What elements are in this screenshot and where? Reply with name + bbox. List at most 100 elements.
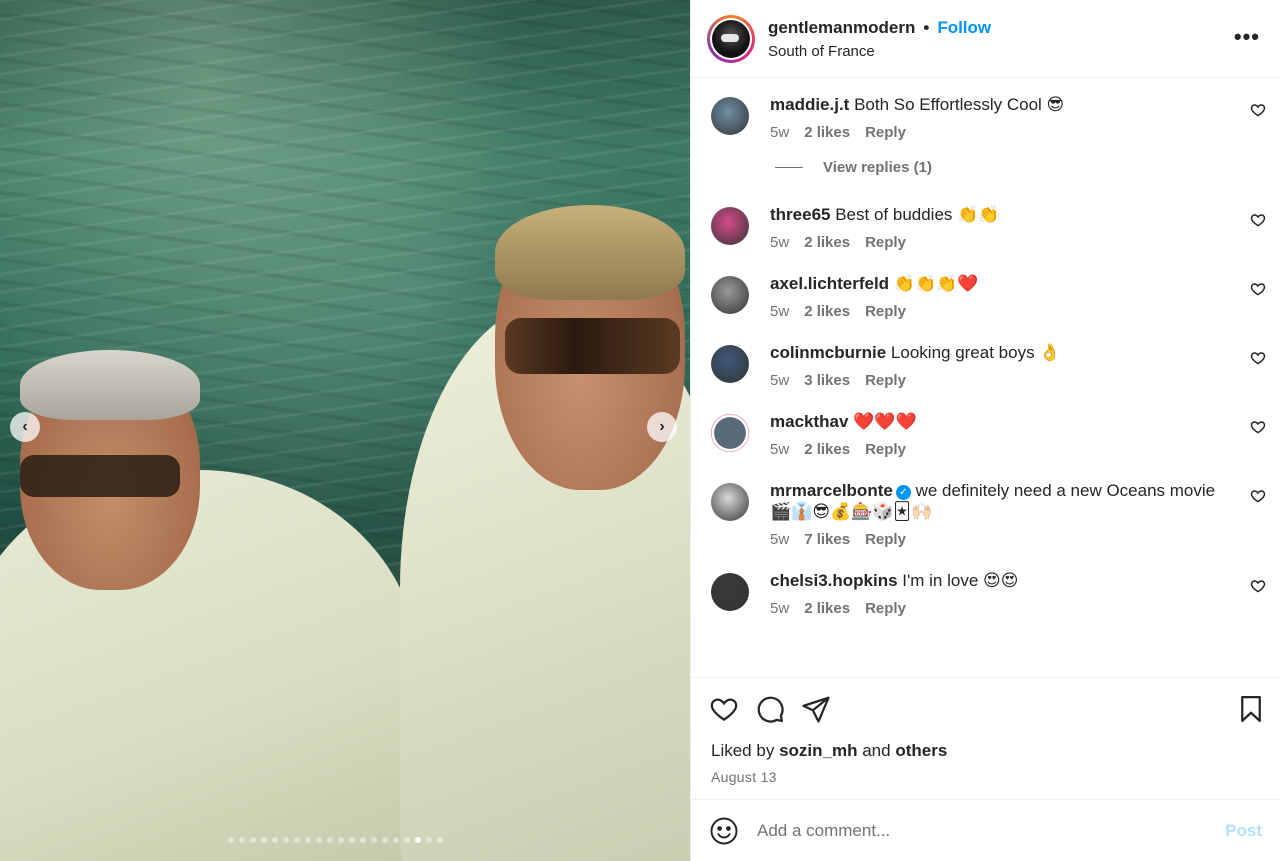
comment-item: three65 Best of buddies 👏👏 5w 2 likes Re… bbox=[691, 204, 1280, 251]
view-replies-button[interactable]: View replies (1) bbox=[775, 159, 1280, 176]
post-sidebar: gentlemanmodern • Follow South of France… bbox=[690, 0, 1280, 861]
carousel-dot bbox=[393, 837, 399, 843]
comment-body: 👏👏👏❤️ bbox=[893, 274, 979, 293]
reply-button[interactable]: Reply bbox=[865, 600, 906, 617]
comment-like-heart-icon[interactable] bbox=[1250, 488, 1266, 504]
carousel-next-button[interactable]: › bbox=[647, 412, 677, 442]
comment-meta: 5w 7 likes Reply bbox=[770, 531, 1230, 548]
comment-age[interactable]: 5w bbox=[770, 531, 789, 548]
right-person-sunglasses bbox=[505, 318, 680, 374]
carousel-dot bbox=[360, 837, 366, 843]
comment-meta: 5w 2 likes Reply bbox=[770, 600, 1230, 617]
emoji-picker-icon[interactable] bbox=[709, 816, 739, 846]
reply-button[interactable]: Reply bbox=[865, 531, 906, 548]
commenter-avatar[interactable] bbox=[711, 276, 749, 314]
comments-list[interactable]: maddie.j.t Both So Effortlessly Cool 😎 5… bbox=[691, 78, 1280, 677]
post-date[interactable]: August 13 bbox=[691, 761, 1280, 785]
carousel-dot bbox=[316, 837, 322, 843]
commenter-username[interactable]: colinmcburnie bbox=[770, 343, 886, 362]
commenter-username[interactable]: maddie.j.t bbox=[770, 95, 849, 114]
liked-by-prefix: Liked by bbox=[711, 741, 775, 760]
reply-button[interactable]: Reply bbox=[865, 303, 906, 320]
separator-dot: • bbox=[923, 17, 930, 37]
carousel-dot bbox=[338, 837, 344, 843]
comment-like-heart-icon[interactable] bbox=[1250, 281, 1266, 297]
replies-divider bbox=[775, 167, 803, 168]
comment-bubble-icon[interactable] bbox=[755, 694, 785, 724]
comment-like-heart-icon[interactable] bbox=[1250, 578, 1266, 594]
commenter-avatar[interactable] bbox=[711, 414, 749, 452]
comment-like-heart-icon[interactable] bbox=[1250, 350, 1266, 366]
author-username[interactable]: gentlemanmodern bbox=[768, 18, 915, 38]
comment-item: mackthav ❤️❤️❤️ 5w 2 likes Reply bbox=[691, 411, 1280, 458]
comment-likes[interactable]: 2 likes bbox=[804, 303, 850, 320]
post-photo[interactable]: ‹ › bbox=[0, 0, 690, 861]
post-header: gentlemanmodern • Follow South of France… bbox=[691, 0, 1280, 78]
commenter-avatar[interactable] bbox=[711, 207, 749, 245]
carousel-dot bbox=[250, 837, 256, 843]
comment-like-heart-icon[interactable] bbox=[1250, 419, 1266, 435]
post-comment-button[interactable]: Post bbox=[1225, 821, 1262, 841]
comment-age[interactable]: 5w bbox=[770, 234, 789, 251]
comment-likes[interactable]: 2 likes bbox=[804, 234, 850, 251]
follow-button[interactable]: Follow bbox=[937, 18, 991, 38]
reply-button[interactable]: Reply bbox=[865, 372, 906, 389]
carousel-dot bbox=[294, 837, 300, 843]
comment-input[interactable] bbox=[757, 820, 1226, 841]
comment-age[interactable]: 5w bbox=[770, 372, 789, 389]
commenter-avatar[interactable] bbox=[711, 573, 749, 611]
left-person-hair bbox=[20, 350, 200, 420]
action-bar bbox=[691, 677, 1280, 739]
more-options-icon[interactable]: ••• bbox=[1234, 24, 1260, 50]
comment-body: I'm in love 😍😍 bbox=[902, 571, 1019, 590]
comment-age[interactable]: 5w bbox=[770, 441, 789, 458]
comment-text: mackthav ❤️❤️❤️ bbox=[770, 411, 1230, 432]
comment-text: colinmcburnie Looking great boys 👌 bbox=[770, 342, 1230, 363]
carousel-dot bbox=[239, 837, 245, 843]
comment-meta: 5w 3 likes Reply bbox=[770, 372, 1230, 389]
comment-likes[interactable]: 2 likes bbox=[804, 124, 850, 141]
right-person-hair bbox=[495, 205, 685, 300]
carousel-dot bbox=[426, 837, 432, 843]
carousel-dot bbox=[327, 837, 333, 843]
comment-body: ❤️❤️❤️ bbox=[853, 412, 917, 431]
carousel-dot bbox=[228, 837, 234, 843]
author-avatar[interactable] bbox=[707, 14, 755, 63]
reply-button[interactable]: Reply bbox=[865, 234, 906, 251]
commenter-avatar[interactable] bbox=[711, 97, 749, 135]
comment-item: axel.lichterfeld 👏👏👏❤️ 5w 2 likes Reply bbox=[691, 273, 1280, 320]
comment-item: maddie.j.t Both So Effortlessly Cool 😎 5… bbox=[691, 94, 1280, 141]
liked-by-others[interactable]: others bbox=[895, 741, 947, 760]
commenter-username[interactable]: three65 bbox=[770, 205, 830, 224]
comment-like-heart-icon[interactable] bbox=[1250, 102, 1266, 118]
comment-age[interactable]: 5w bbox=[770, 600, 789, 617]
liked-by-user[interactable]: sozin_mh bbox=[779, 741, 857, 760]
comment-likes[interactable]: 2 likes bbox=[804, 600, 850, 617]
post-location[interactable]: South of France bbox=[768, 43, 991, 60]
comment-age[interactable]: 5w bbox=[770, 124, 789, 141]
like-heart-icon[interactable] bbox=[709, 694, 739, 724]
comment-body: Best of buddies 👏👏 bbox=[835, 205, 1000, 224]
reply-button[interactable]: Reply bbox=[865, 124, 906, 141]
comment-likes[interactable]: 7 likes bbox=[804, 531, 850, 548]
carousel-prev-button[interactable]: ‹ bbox=[10, 412, 40, 442]
commenter-username[interactable]: mrmarcelbonte bbox=[770, 481, 893, 500]
comment-text: axel.lichterfeld 👏👏👏❤️ bbox=[770, 273, 1230, 294]
comment-age[interactable]: 5w bbox=[770, 303, 789, 320]
commenter-avatar[interactable] bbox=[711, 483, 749, 521]
commenter-avatar[interactable] bbox=[711, 345, 749, 383]
comment-text: mrmarcelbonte ✓ we definitely need a new … bbox=[770, 480, 1230, 522]
left-person-sunglasses bbox=[20, 455, 180, 497]
liked-by-and: and bbox=[862, 741, 891, 760]
commenter-username[interactable]: chelsi3.hopkins bbox=[770, 571, 898, 590]
comment-like-heart-icon[interactable] bbox=[1250, 212, 1266, 228]
commenter-username[interactable]: mackthav bbox=[770, 412, 848, 431]
carousel-dot bbox=[415, 837, 421, 843]
carousel-dot bbox=[261, 837, 267, 843]
share-paper-plane-icon[interactable] bbox=[801, 694, 831, 724]
save-bookmark-icon[interactable] bbox=[1236, 694, 1266, 724]
comment-likes[interactable]: 3 likes bbox=[804, 372, 850, 389]
commenter-username[interactable]: axel.lichterfeld bbox=[770, 274, 889, 293]
comment-likes[interactable]: 2 likes bbox=[804, 441, 850, 458]
reply-button[interactable]: Reply bbox=[865, 441, 906, 458]
